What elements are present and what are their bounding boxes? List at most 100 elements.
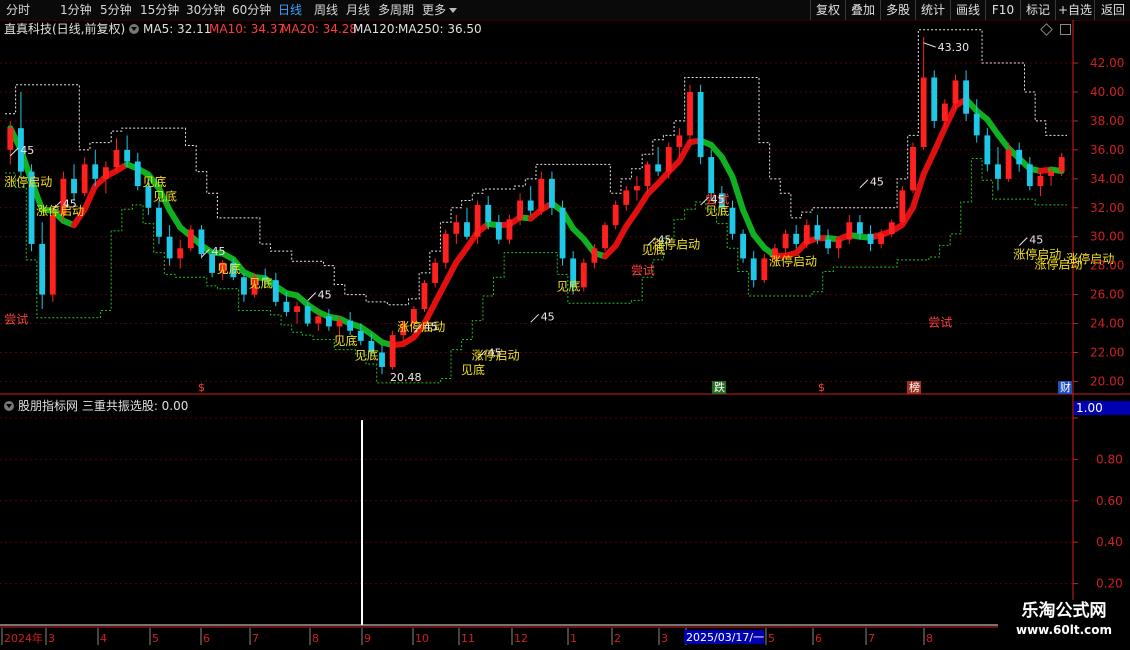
time-label: 8	[926, 632, 933, 645]
time-label: 3	[661, 632, 668, 645]
signal-45-arrow	[859, 179, 869, 189]
candle-body	[325, 316, 332, 327]
candle-body	[81, 164, 88, 194]
candle-body	[665, 146, 672, 172]
candle-body	[856, 222, 863, 234]
indicator-grid	[0, 417, 1072, 585]
signal-45-label: 45	[488, 346, 502, 359]
candle-body	[1048, 171, 1054, 176]
candle-body	[347, 320, 354, 331]
price-tick-label: 20.00	[1090, 374, 1124, 388]
time-label: 11	[461, 632, 475, 645]
price-tick-label: 24.00	[1090, 317, 1124, 331]
signal-zhangting-label: 涨停启动	[769, 254, 817, 269]
candle-body	[241, 277, 247, 295]
ribbon-segment	[729, 173, 747, 214]
signal-45-arrow	[307, 292, 317, 301]
time-label: 2024年	[4, 631, 43, 645]
price-tick-label: 42.00	[1090, 56, 1124, 70]
candle-body	[124, 149, 131, 162]
candle-body	[442, 233, 449, 263]
candle-body	[272, 280, 279, 302]
candle-body	[973, 113, 980, 136]
signal-changshi-label: 尝试	[4, 312, 28, 327]
stop-lines	[5, 29, 1067, 384]
candle-body	[984, 135, 991, 165]
event-mark-dollar: $	[818, 381, 825, 394]
candle-body	[495, 222, 502, 240]
candle-body	[729, 207, 736, 234]
signal-jiandi-label: 见底	[142, 174, 166, 189]
signal-jiandi-label: 见底	[217, 261, 241, 276]
time-label: 9	[364, 632, 371, 645]
candle-body	[963, 80, 970, 114]
candle-body	[835, 239, 842, 249]
candle-body	[878, 233, 885, 244]
signal-jiandi-label: 见底	[355, 348, 379, 363]
candle-body	[676, 135, 683, 147]
brand-name: 乐淘公式网	[1021, 601, 1107, 621]
signal-zhangting-label: 涨停启动	[4, 174, 52, 189]
signal-45-label: 45	[870, 176, 884, 189]
indicator-collapse-icon[interactable]	[4, 401, 14, 411]
candle-body	[156, 207, 162, 237]
time-label: 5	[768, 632, 775, 645]
signal-45-label: 45	[318, 289, 332, 302]
brand-watermark: 乐淘公式网 www.60lt.com	[998, 600, 1130, 638]
ribbon-segment	[612, 223, 630, 249]
candle-body	[7, 128, 14, 150]
price-chart[interactable]: 涨停启动涨停启动见底见底见底见底见底见底涨停启动涨停启动见底见底见底涨停启动见底…	[0, 0, 1130, 650]
indicator-axis-ticks: 0.80 0.60 0.40 0.20	[1073, 417, 1123, 591]
price-tick-label: 40.00	[1090, 85, 1124, 99]
candle-body	[931, 77, 938, 121]
candle-body	[474, 204, 481, 237]
candle-body	[92, 164, 99, 179]
candle-body	[1005, 149, 1012, 179]
time-label: 2	[614, 632, 621, 645]
indicator-spike	[0, 420, 1072, 626]
candle-body	[1037, 175, 1044, 187]
candle-body	[602, 225, 608, 249]
brand-url: www.60lt.com	[1015, 623, 1113, 637]
candle-body	[740, 233, 747, 259]
candle-body	[187, 229, 194, 249]
time-label: 1	[570, 632, 577, 645]
candle-body	[580, 262, 587, 288]
candle-body	[591, 248, 598, 263]
candle-body	[697, 91, 704, 158]
candle-body	[803, 225, 810, 244]
candle-body	[113, 149, 120, 168]
event-mark-cai: 财	[1060, 380, 1071, 394]
candle-body	[1026, 164, 1033, 187]
candle-body	[357, 330, 364, 341]
candle-body	[825, 239, 831, 249]
candle-body	[304, 306, 311, 324]
candle-body	[952, 80, 959, 104]
candle-body	[336, 320, 343, 327]
signal-zhangting-label: 涨停启动	[397, 319, 445, 334]
candle-body	[687, 91, 693, 136]
candle-body	[506, 219, 513, 240]
event-mark-dollar: $	[198, 381, 205, 394]
signal-zhangting-label: 涨停启动	[36, 203, 84, 218]
indicator-tick-label: 0.40	[1096, 535, 1123, 549]
candle-body	[644, 164, 651, 187]
ribbon-segment	[740, 207, 757, 238]
low-price-label: 20.48	[390, 371, 422, 384]
candle-body	[39, 243, 46, 295]
candle-body	[867, 233, 874, 244]
candle-body	[941, 103, 948, 121]
candle-body	[49, 215, 56, 295]
candle-body	[1058, 157, 1065, 172]
signal-jiandi-label: 见底	[557, 278, 581, 293]
high-marker-line	[923, 42, 936, 48]
indicator-tick-label: 0.80	[1096, 452, 1123, 466]
candle-body	[782, 233, 789, 249]
candle-body	[315, 316, 322, 324]
signal-jiandi-label: 见底	[249, 275, 273, 290]
high-price-label: 43.30	[938, 41, 970, 54]
candle-body	[559, 207, 566, 259]
candle-body	[102, 167, 109, 179]
candle-body	[421, 283, 428, 310]
candle-body	[920, 77, 927, 147]
